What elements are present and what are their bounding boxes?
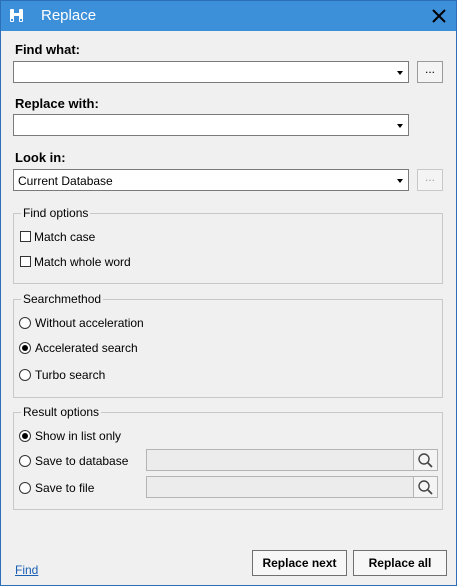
search-method-legend: Searchmethod — [21, 292, 104, 306]
look-in-combo[interactable]: Current Database — [13, 169, 409, 191]
save-to-database-label[interactable]: Save to database — [35, 454, 128, 468]
match-case-label[interactable]: Match case — [34, 230, 95, 244]
dropdown-arrow-icon[interactable] — [397, 179, 403, 183]
replace-with-label: Replace with: — [15, 96, 99, 111]
turbo-search-label[interactable]: Turbo search — [35, 368, 105, 382]
replace-next-button[interactable]: Replace next — [252, 550, 347, 576]
save-to-database-search-button[interactable] — [413, 449, 438, 471]
close-icon[interactable] — [429, 6, 449, 26]
match-case-checkbox[interactable] — [20, 231, 31, 242]
replace-all-button[interactable]: Replace all — [353, 550, 447, 576]
save-to-file-radio[interactable] — [19, 482, 31, 494]
title-bar: Replace — [1, 1, 456, 31]
dialog-title: Replace — [41, 7, 97, 24]
binoculars-icon — [10, 9, 23, 22]
look-in-label: Look in: — [15, 150, 66, 165]
look-in-browse-button[interactable]: ... — [417, 169, 443, 191]
replace-dialog: Replace Find what: ... Replace with: Loo… — [0, 0, 457, 586]
find-what-combo[interactable] — [13, 61, 409, 83]
find-link[interactable]: Find — [15, 563, 38, 577]
save-to-file-label[interactable]: Save to file — [35, 481, 94, 495]
find-what-browse-button[interactable]: ... — [417, 61, 443, 83]
save-to-file-search-button[interactable] — [413, 476, 438, 498]
save-to-database-radio[interactable] — [19, 455, 31, 467]
save-to-file-field — [146, 476, 414, 498]
replace-with-combo[interactable] — [13, 114, 409, 136]
accelerated-search-label[interactable]: Accelerated search — [35, 341, 138, 355]
look-in-value: Current Database — [18, 174, 113, 188]
search-icon — [418, 453, 433, 468]
find-what-label: Find what: — [15, 42, 80, 57]
search-icon — [418, 480, 433, 495]
match-whole-word-label[interactable]: Match whole word — [34, 255, 131, 269]
match-whole-word-checkbox[interactable] — [20, 256, 31, 267]
show-in-list-label[interactable]: Show in list only — [35, 429, 121, 443]
without-acceleration-label[interactable]: Without acceleration — [35, 316, 144, 330]
dropdown-arrow-icon[interactable] — [397, 124, 403, 128]
accelerated-search-radio[interactable] — [19, 342, 31, 354]
result-options-legend: Result options — [21, 405, 102, 419]
show-in-list-radio[interactable] — [19, 430, 31, 442]
dropdown-arrow-icon[interactable] — [397, 71, 403, 75]
find-options-legend: Find options — [21, 206, 91, 220]
turbo-search-radio[interactable] — [19, 369, 31, 381]
find-options-group: Find options — [13, 206, 443, 284]
save-to-database-field — [146, 449, 414, 471]
without-acceleration-radio[interactable] — [19, 317, 31, 329]
